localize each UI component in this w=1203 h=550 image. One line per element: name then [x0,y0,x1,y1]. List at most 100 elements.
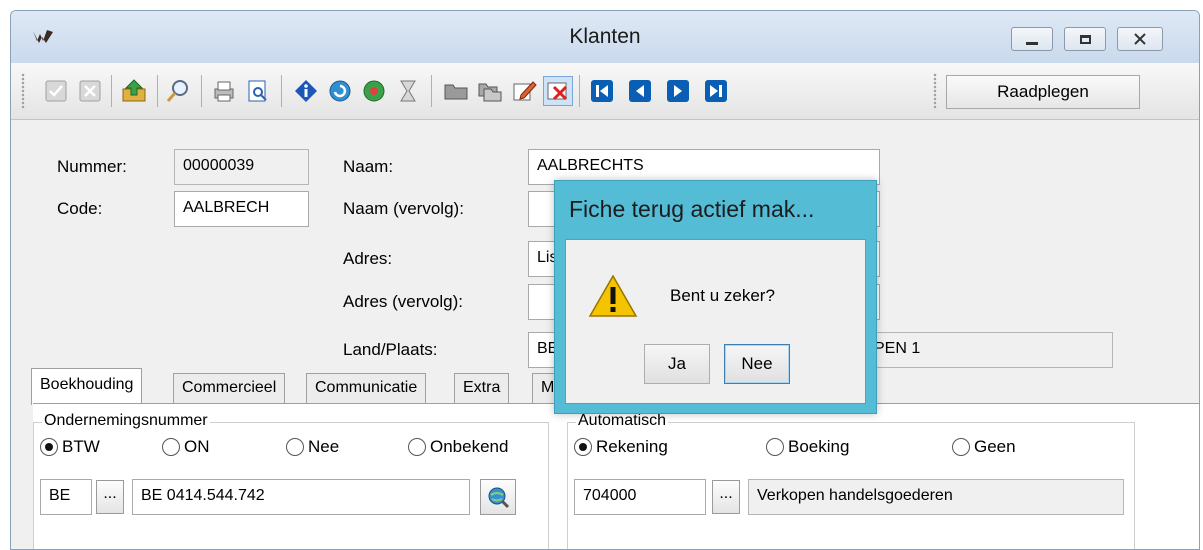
yes-button[interactable]: Ja [644,344,710,384]
radio-btw[interactable]: BTW [40,437,100,457]
print-icon [214,81,234,102]
tab-commercieel[interactable]: Commercieel [173,373,286,403]
radio-dot [162,438,180,456]
preview-button[interactable] [243,76,273,106]
info-icon [295,80,317,102]
tab-extra[interactable]: Extra [454,373,510,403]
tab-boekhouding[interactable]: Boekhouding [31,368,143,405]
warning-icon [588,274,638,317]
close-icon [79,80,101,102]
vat-check-button[interactable] [480,479,516,515]
delete-button[interactable] [543,76,573,106]
radio-boeking[interactable]: Boeking [766,437,849,457]
first-record-icon [591,80,613,102]
info-button[interactable] [291,76,321,106]
radio-dot [952,438,970,456]
toolbar-grip[interactable] [933,73,937,109]
previous-record-icon [629,80,651,102]
next-record-button[interactable] [663,76,693,106]
radio-on-label: ON [184,437,210,456]
radio-dot [408,438,426,456]
maximize-button[interactable] [1064,27,1106,51]
open-button[interactable] [441,76,471,106]
toolbar-separator [281,75,282,107]
refresh-icon [329,80,351,102]
globe-search-icon [488,487,510,509]
search-icon [166,80,188,102]
radio-rekening[interactable]: Rekening [574,437,668,457]
edit-button[interactable] [509,76,539,106]
adres-vervolg-label: Adres (vervolg): [343,292,463,311]
settings-icon [363,80,385,102]
copy-icon [478,83,502,102]
plaats-field: PEN 1 [841,332,1113,368]
account-field[interactable]: 704000 [574,479,706,515]
delete-icon [547,82,568,101]
timer-button[interactable] [393,76,423,106]
ondernemingsnummer-group: Ondernemingsnummer BTW ON Nee Onbekend B… [33,412,549,549]
mode-indicator: Raadplegen [946,75,1140,109]
ondernemingsnummer-title: Ondernemingsnummer [42,412,210,430]
check-icon [45,80,67,102]
automatisch-title: Automatisch [576,412,669,430]
radio-onbekend-label: Onbekend [430,437,509,456]
toolbar-separator [157,75,158,107]
toolbar-separator [431,75,432,107]
close-icon [1134,33,1146,45]
minimize-button[interactable] [1011,27,1053,51]
radio-dot [574,438,592,456]
radio-on[interactable]: ON [162,437,210,457]
export-icon [122,79,146,102]
toolbar-separator [111,75,112,107]
close-window-button[interactable] [1117,27,1163,51]
radio-rekening-label: Rekening [596,437,668,456]
title-bar[interactable]: Klanten [11,11,1199,63]
toolbar-grip[interactable] [21,73,25,109]
preview-icon [248,80,267,102]
folder-icon [444,84,468,100]
radio-dot [766,438,784,456]
tab-communicatie[interactable]: Communicatie [306,373,427,403]
land-plaats-label: Land/Plaats: [343,340,438,359]
radio-onbekend[interactable]: Onbekend [408,437,508,457]
print-button[interactable] [209,76,239,106]
nummer-field: 00000039 [174,149,309,185]
first-record-button[interactable] [587,76,617,106]
radio-boeking-label: Boeking [788,437,850,456]
settings-button[interactable] [359,76,389,106]
toolbar-separator [579,75,580,107]
export-button[interactable] [119,76,149,106]
account-lookup-button[interactable]: ... [712,480,740,514]
confirm-dialog: Fiche terug actief mak... Bent u zeker? … [554,180,877,414]
dialog-message: Bent u zeker? [670,286,775,305]
country-lookup-button[interactable]: ... [96,480,124,514]
search-button[interactable] [163,76,193,106]
no-button[interactable]: Nee [724,344,790,384]
copy-button[interactable] [475,76,505,106]
maximize-icon [1079,34,1091,44]
previous-record-button[interactable] [625,76,655,106]
toolbar: Raadplegen [11,63,1199,120]
vat-number-field[interactable]: BE 0414.544.742 [132,479,470,515]
dialog-body: Bent u zeker? Ja Nee [565,239,866,404]
cancel-button[interactable] [75,76,105,106]
last-record-icon [705,80,727,102]
country-field[interactable]: BE [40,479,92,515]
code-label: Code: [57,199,103,218]
confirm-button[interactable] [41,76,71,106]
radio-nee-label: Nee [308,437,340,456]
radio-dot [286,438,304,456]
radio-geen[interactable]: Geen [952,437,1016,457]
adres-label: Adres: [343,249,393,268]
radio-btw-label: BTW [62,437,100,456]
account-description-field: Verkopen handelsgoederen [748,479,1124,515]
minimize-icon [1026,41,1038,45]
code-field[interactable]: AALBRECH [174,191,309,227]
refresh-button[interactable] [325,76,355,106]
tab-panel-boekhouding: Ondernemingsnummer BTW ON Nee Onbekend B… [33,403,1199,549]
edit-icon [513,81,537,101]
last-record-button[interactable] [701,76,731,106]
dialog-title: Fiche terug actief mak... [569,196,815,222]
radio-geen-label: Geen [974,437,1016,456]
radio-nee[interactable]: Nee [286,437,339,457]
